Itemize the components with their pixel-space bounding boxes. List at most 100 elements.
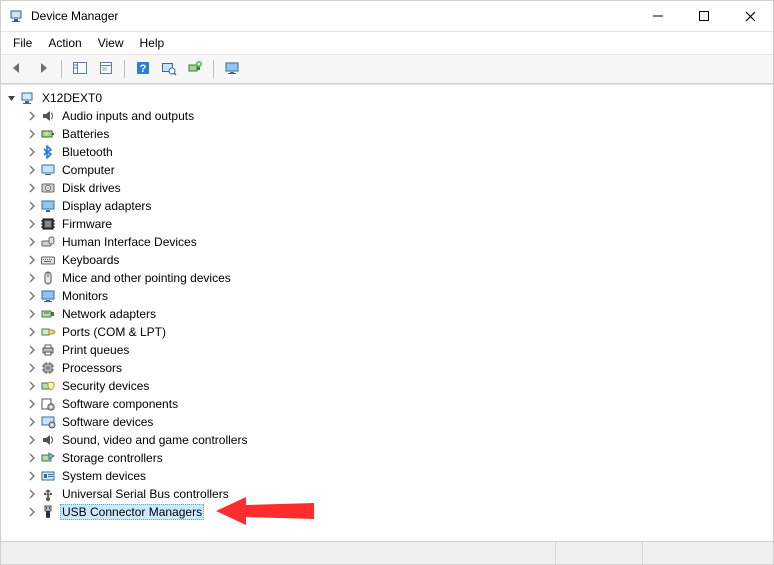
category-Storage-controllers[interactable]: Storage controllers	[1, 449, 773, 467]
window-title: Device Manager	[31, 9, 118, 23]
toolbar-separator	[61, 60, 62, 78]
category-Disk-drives[interactable]: Disk drives	[1, 179, 773, 197]
software-dev-icon	[40, 414, 56, 430]
display-icon	[40, 198, 56, 214]
category-Ports-COM-LPT-[interactable]: Ports (COM & LPT)	[1, 323, 773, 341]
category-Bluetooth[interactable]: Bluetooth	[1, 143, 773, 161]
category-label: Display adapters	[60, 199, 153, 213]
help-button[interactable]: ?	[131, 57, 155, 81]
category-label: System devices	[60, 469, 148, 483]
expander-icon[interactable]	[25, 145, 39, 159]
back-button[interactable]	[5, 57, 29, 81]
category-label: Security devices	[60, 379, 151, 393]
show-hide-tree-button[interactable]	[68, 57, 92, 81]
add-legacy-button[interactable]	[183, 57, 207, 81]
category-Processors[interactable]: Processors	[1, 359, 773, 377]
tree-content[interactable]: X12DEXT0 Audio inputs and outputsBatterie…	[1, 84, 773, 541]
usb-connector-icon	[40, 504, 56, 520]
menu-view[interactable]: View	[90, 34, 132, 52]
tree-root-label: X12DEXT0	[40, 91, 104, 105]
device-manager-window: Device Manager FileActionViewHelp ? X12D…	[0, 0, 774, 565]
category-label: Firmware	[60, 217, 114, 231]
category-Batteries[interactable]: Batteries	[1, 125, 773, 143]
firmware-icon	[40, 216, 56, 232]
category-Computer[interactable]: Computer	[1, 161, 773, 179]
titlebar: Device Manager	[1, 1, 773, 32]
category-label: Universal Serial Bus controllers	[60, 487, 231, 501]
category-Software-devices[interactable]: Software devices	[1, 413, 773, 431]
toolbar-separator	[124, 60, 125, 78]
monitor-icon	[224, 60, 240, 79]
expander-icon[interactable]	[5, 91, 19, 105]
category-Sound-video-and-game-controllers[interactable]: Sound, video and game controllers	[1, 431, 773, 449]
category-Display-adapters[interactable]: Display adapters	[1, 197, 773, 215]
disk-icon	[40, 180, 56, 196]
expander-icon[interactable]	[25, 271, 39, 285]
keyboard-icon	[40, 252, 56, 268]
expander-icon[interactable]	[25, 325, 39, 339]
menu-file[interactable]: File	[5, 34, 40, 52]
category-label: Software devices	[60, 415, 155, 429]
minimize-button[interactable]	[635, 1, 681, 31]
arrow-right-icon	[35, 60, 51, 79]
maximize-button[interactable]	[681, 1, 727, 31]
audio-icon	[40, 108, 56, 124]
category-label: Monitors	[60, 289, 110, 303]
expander-icon[interactable]	[25, 163, 39, 177]
expander-icon[interactable]	[25, 127, 39, 141]
expander-icon[interactable]	[25, 469, 39, 483]
expander-icon[interactable]	[25, 217, 39, 231]
hid-icon	[40, 234, 56, 250]
sound-icon	[40, 432, 56, 448]
category-USB-Connector-Managers[interactable]: USB Connector Managers	[1, 503, 773, 521]
scan-hardware-button[interactable]	[157, 57, 181, 81]
expander-icon[interactable]	[25, 397, 39, 411]
category-Keyboards[interactable]: Keyboards	[1, 251, 773, 269]
expander-icon[interactable]	[25, 199, 39, 213]
category-Monitors[interactable]: Monitors	[1, 287, 773, 305]
category-label: USB Connector Managers	[60, 504, 204, 520]
menu-help[interactable]: Help	[132, 34, 173, 52]
category-Network-adapters[interactable]: Network adapters	[1, 305, 773, 323]
port-icon	[40, 324, 56, 340]
expander-icon[interactable]	[25, 415, 39, 429]
expander-icon[interactable]	[25, 253, 39, 267]
expander-icon[interactable]	[25, 235, 39, 249]
category-label: Storage controllers	[60, 451, 165, 465]
category-Universal-Serial-Bus-controllers[interactable]: Universal Serial Bus controllers	[1, 485, 773, 503]
category-Mice-and-other-pointing-devices[interactable]: Mice and other pointing devices	[1, 269, 773, 287]
properties-button[interactable]	[94, 57, 118, 81]
category-Firmware[interactable]: Firmware	[1, 215, 773, 233]
category-label: Ports (COM & LPT)	[60, 325, 168, 339]
category-label: Processors	[60, 361, 124, 375]
category-Security-devices[interactable]: Security devices	[1, 377, 773, 395]
tree-pane-icon	[72, 60, 88, 79]
forward-button[interactable]	[31, 57, 55, 81]
monitor-icon	[40, 288, 56, 304]
expander-icon[interactable]	[25, 361, 39, 375]
expander-icon[interactable]	[25, 451, 39, 465]
mouse-icon	[40, 270, 56, 286]
category-System-devices[interactable]: System devices	[1, 467, 773, 485]
expander-icon[interactable]	[25, 289, 39, 303]
category-label: Human Interface Devices	[60, 235, 199, 249]
category-label: Disk drives	[60, 181, 123, 195]
category-Audio-inputs-and-outputs[interactable]: Audio inputs and outputs	[1, 107, 773, 125]
expander-icon[interactable]	[25, 433, 39, 447]
menu-action[interactable]: Action	[40, 34, 89, 52]
expander-icon[interactable]	[25, 379, 39, 393]
category-label: Software components	[60, 397, 180, 411]
expander-icon[interactable]	[25, 181, 39, 195]
expander-icon[interactable]	[25, 109, 39, 123]
expander-icon[interactable]	[25, 343, 39, 357]
tree-root[interactable]: X12DEXT0	[1, 89, 773, 107]
category-Software-components[interactable]: Software components	[1, 395, 773, 413]
network-icon	[40, 306, 56, 322]
expander-icon[interactable]	[25, 487, 39, 501]
devices-printers-button[interactable]	[220, 57, 244, 81]
category-Human-Interface-Devices[interactable]: Human Interface Devices	[1, 233, 773, 251]
expander-icon[interactable]	[25, 307, 39, 321]
category-Print-queues[interactable]: Print queues	[1, 341, 773, 359]
expander-icon[interactable]	[25, 505, 39, 519]
close-button[interactable]	[727, 1, 773, 31]
